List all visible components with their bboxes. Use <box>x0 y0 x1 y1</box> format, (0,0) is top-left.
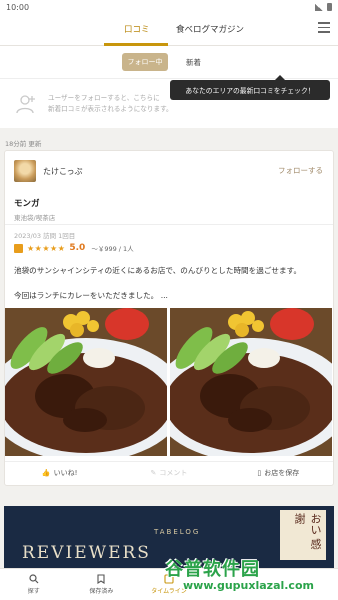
rating-row: ★★★★★ 5.0 ～￥999 / 1人 <box>14 243 134 253</box>
top-nav: 口コミ 食べログマガジン <box>0 14 338 46</box>
visit-info: 2023/03 訪問 1回目 <box>14 232 76 240</box>
watermark-url: www.gupuxlazal.com <box>183 579 314 592</box>
nav-saved-label: 保存済み <box>89 588 114 595</box>
thumbs-up-icon: 👍 <box>41 468 51 477</box>
shop-area: 東池袋/喫茶店 <box>14 214 56 222</box>
like-label: いいね! <box>53 468 78 477</box>
battery-icon <box>327 3 332 11</box>
add-user-icon <box>16 95 35 114</box>
rating-badge-icon <box>14 243 23 253</box>
banner-jp-text: おい 感謝 <box>280 510 326 560</box>
tab-reviews[interactable]: 口コミ <box>124 23 150 35</box>
status-time: 10:00 <box>6 2 30 12</box>
search-icon <box>29 574 39 584</box>
area-tooltip[interactable]: あなたのエリアの最新口コミをチェック！ <box>170 75 330 100</box>
tab-magazine[interactable]: 食べログマガジン <box>176 23 244 35</box>
status-bar: 10:00 <box>0 0 338 14</box>
comment-button[interactable]: ✎ コメント <box>114 462 223 483</box>
banner-title: REVIEWERS <box>22 543 151 563</box>
nav-search-label: 探す <box>27 588 40 595</box>
divider <box>5 224 333 225</box>
tab-following[interactable]: フォロー中 <box>122 53 168 71</box>
updated-label: 18分前 更新 <box>5 140 42 148</box>
review-text-line2: 今回はランチにカレーをいただきました。 ... <box>14 291 168 300</box>
hamburger-menu-icon[interactable] <box>318 22 330 33</box>
bookmark-icon <box>97 574 105 584</box>
follow-hint-line2: 新着口コミが表示されるようになります。 <box>48 105 173 113</box>
star-rating: ★★★★★ <box>27 243 66 253</box>
like-button[interactable]: 👍 いいね! <box>5 462 114 483</box>
follow-hint-text: ユーザーをフォローすると、こちらに 新着口コミが表示されるようになります。 <box>48 93 173 115</box>
rating-score: 5.0 <box>69 243 86 253</box>
review-actions: 👍 いいね! ✎ コメント ▯ お店を保存 <box>5 461 333 483</box>
tabelog-logo: TABELOG <box>154 528 201 536</box>
avatar[interactable] <box>14 160 36 182</box>
price-range: ～￥999 / 1人 <box>91 245 134 253</box>
status-icons <box>315 3 332 11</box>
signal-icon <box>315 3 323 11</box>
follow-button[interactable]: フォローする <box>278 165 323 176</box>
tab-new[interactable]: 新着 <box>186 57 201 68</box>
nav-saved[interactable]: 保存済み <box>68 569 136 600</box>
sub-tab-bar: フォロー中 新着 <box>0 46 338 78</box>
watermark-title: 谷普软件园 <box>165 559 260 580</box>
food-photo[interactable] <box>170 308 332 456</box>
food-photo[interactable] <box>5 308 167 456</box>
save-shop-button[interactable]: ▯ お店を保存 <box>224 462 333 483</box>
comment-label: コメント <box>159 468 188 477</box>
follow-hint-line1: ユーザーをフォローすると、こちらに <box>48 94 160 102</box>
review-text-line1: 池袋のサンシャインシティの近くにあるお店で、のんびりとした時間を過ごせます。 <box>14 266 302 275</box>
nav-search[interactable]: 探す <box>0 569 68 600</box>
reviewer-name[interactable]: たけこっぷ <box>43 166 82 177</box>
comment-icon: ✎ <box>150 468 157 477</box>
save-shop-label: お店を保存 <box>264 468 300 477</box>
shop-name[interactable]: モンガ <box>14 197 40 209</box>
watermark: 谷普软件园 www.gupuxlazal.com <box>165 555 335 595</box>
bookmark-icon: ▯ <box>257 468 262 477</box>
review-card[interactable]: たけこっぷ フォローする モンガ 東池袋/喫茶店 2023/03 訪問 1回目 … <box>4 150 334 486</box>
